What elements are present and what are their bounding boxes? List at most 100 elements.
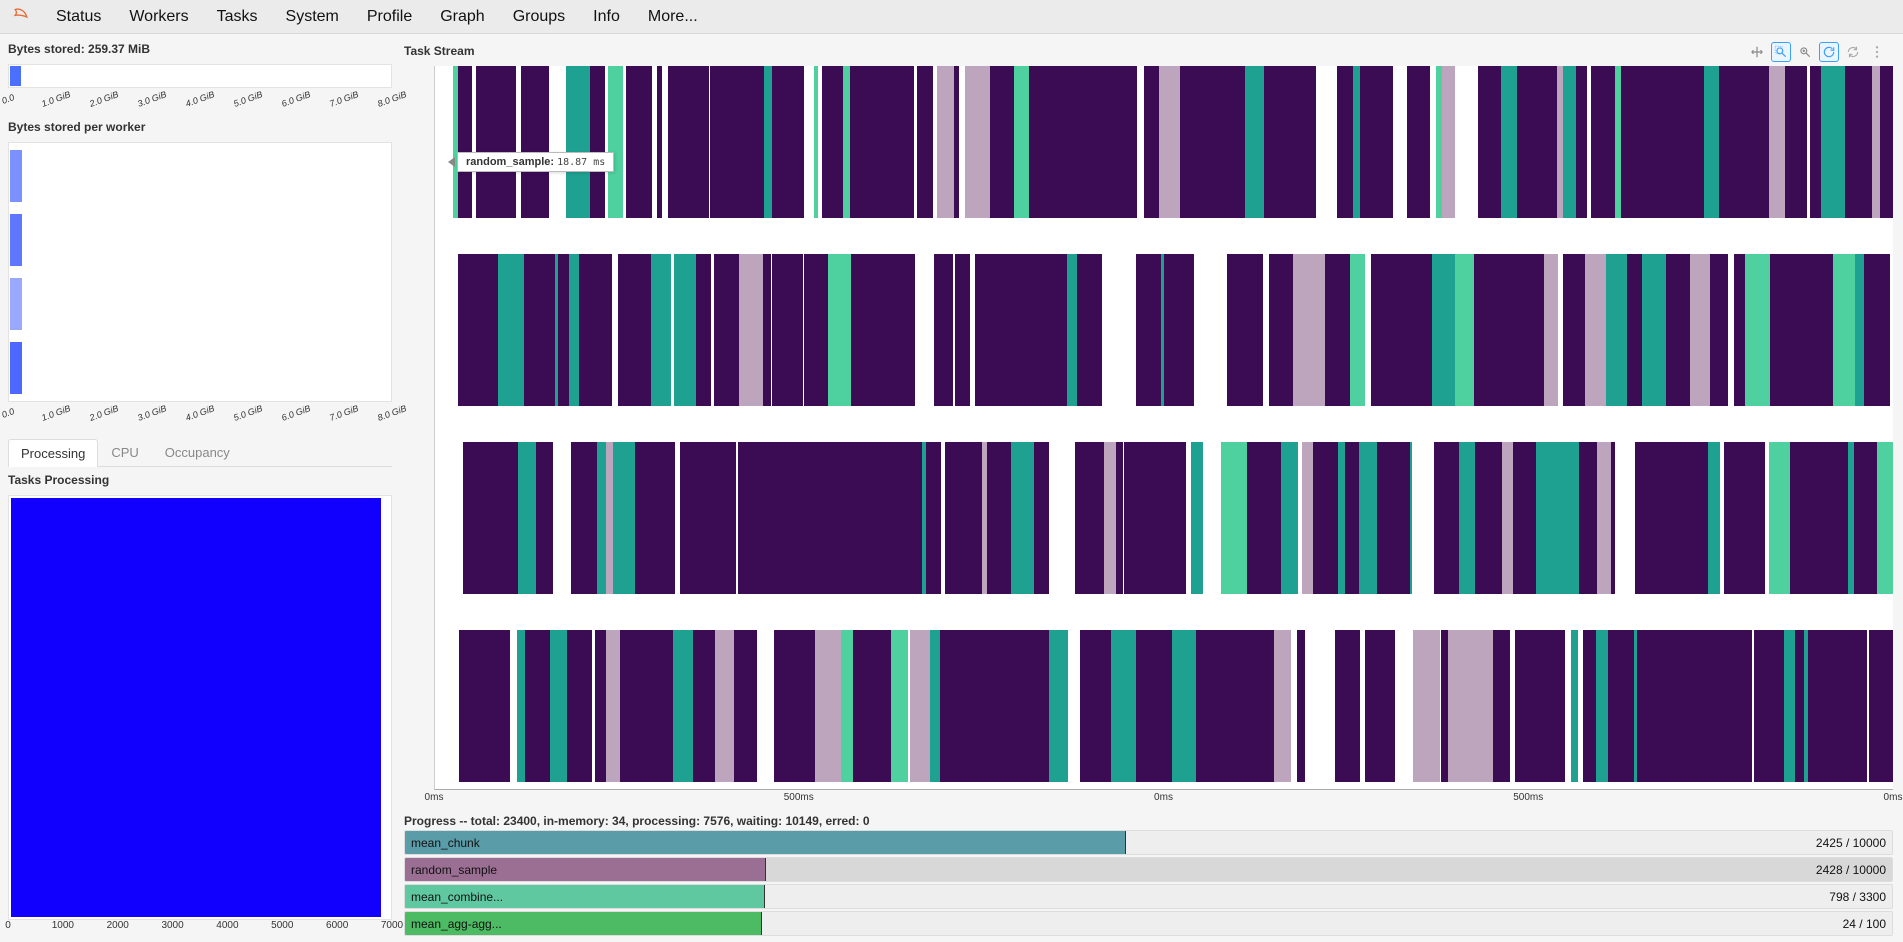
task-rect[interactable]: [629, 254, 651, 406]
task-rect[interactable]: [1475, 442, 1501, 594]
task-rect[interactable]: [1566, 254, 1585, 406]
task-rect[interactable]: [791, 254, 804, 406]
task-rect[interactable]: [955, 254, 965, 406]
task-rect[interactable]: [710, 66, 725, 218]
task-rect[interactable]: [1151, 66, 1159, 218]
task-rect[interactable]: [1034, 442, 1042, 594]
task-rect[interactable]: [993, 254, 1012, 406]
task-rect[interactable]: [972, 630, 987, 782]
task-rect[interactable]: [1269, 254, 1281, 406]
task-rect[interactable]: [1196, 630, 1211, 782]
task-rect[interactable]: [934, 254, 947, 406]
task-rect[interactable]: [1790, 442, 1801, 594]
task-rect[interactable]: [463, 442, 481, 594]
task-rect[interactable]: [517, 630, 525, 782]
task-rect[interactable]: [692, 66, 705, 218]
task-rect[interactable]: [958, 442, 972, 594]
task-rect[interactable]: [741, 442, 766, 594]
task-rect[interactable]: [739, 254, 763, 406]
task-rect[interactable]: [1548, 630, 1565, 782]
task-rect[interactable]: [1478, 66, 1500, 218]
task-rect[interactable]: [863, 254, 880, 406]
task-rect[interactable]: [1104, 442, 1116, 594]
task-rect[interactable]: [1221, 442, 1247, 594]
task-rect[interactable]: [1409, 254, 1422, 406]
task-rect[interactable]: [1666, 254, 1690, 406]
task-rect[interactable]: [1297, 630, 1305, 782]
task-rect[interactable]: [1808, 630, 1821, 782]
task-rect[interactable]: [648, 442, 675, 594]
progress-row[interactable]: random_sample2428 / 10000: [404, 857, 1893, 882]
task-rect[interactable]: [1821, 630, 1847, 782]
task-rect[interactable]: [707, 254, 711, 406]
task-rect[interactable]: [1044, 66, 1059, 218]
task-rect[interactable]: [1049, 630, 1068, 782]
task-rect[interactable]: [1880, 66, 1893, 218]
task-rect[interactable]: [1359, 442, 1377, 594]
task-rect[interactable]: [1077, 254, 1101, 406]
task-rect[interactable]: [1864, 254, 1891, 406]
task-rect[interactable]: [1452, 630, 1467, 782]
task-rect[interactable]: [1784, 630, 1795, 782]
task-rect[interactable]: [543, 630, 550, 782]
task-rect[interactable]: [814, 66, 818, 218]
task-rect[interactable]: [524, 254, 549, 406]
task-rect[interactable]: [1143, 442, 1167, 594]
task-rect[interactable]: [1690, 254, 1710, 406]
nav-groups[interactable]: Groups: [499, 0, 579, 34]
task-rect[interactable]: [1407, 66, 1430, 218]
task-rect[interactable]: [590, 66, 605, 218]
task-rect[interactable]: [1596, 630, 1609, 782]
bytes-per-worker-plot[interactable]: [8, 142, 392, 402]
task-rect[interactable]: [1671, 630, 1697, 782]
task-rect[interactable]: [1085, 66, 1101, 218]
task-rect[interactable]: [606, 442, 613, 594]
task-rect[interactable]: [1410, 442, 1413, 594]
task-rect[interactable]: [1524, 442, 1536, 594]
task-rect[interactable]: [479, 254, 497, 406]
task-rect[interactable]: [620, 630, 640, 782]
task-rect[interactable]: [1111, 630, 1118, 782]
task-rect[interactable]: [1635, 66, 1650, 218]
task-rect[interactable]: [1159, 66, 1179, 218]
task-rect[interactable]: [972, 442, 982, 594]
task-rect[interactable]: [1724, 442, 1746, 594]
task-rect[interactable]: [1337, 66, 1353, 218]
task-rect[interactable]: [1422, 254, 1432, 406]
task-rect[interactable]: [538, 66, 550, 218]
task-rect[interactable]: [945, 442, 958, 594]
reset-tool-icon[interactable]: [1819, 42, 1839, 62]
task-rect[interactable]: [1360, 66, 1385, 218]
task-rect[interactable]: [1243, 254, 1263, 406]
task-rect[interactable]: [1651, 66, 1666, 218]
task-rect[interactable]: [1700, 630, 1712, 782]
nav-tasks[interactable]: Tasks: [203, 0, 272, 34]
task-rect[interactable]: [476, 66, 492, 218]
task-rect[interactable]: [1711, 630, 1737, 782]
task-rect[interactable]: [1203, 66, 1223, 218]
task-rect[interactable]: [1710, 254, 1728, 406]
task-rect[interactable]: [1571, 442, 1579, 594]
task-rect[interactable]: [1144, 66, 1151, 218]
nav-more[interactable]: More...: [634, 0, 712, 34]
task-rect[interactable]: [1119, 630, 1137, 782]
task-rect[interactable]: [673, 630, 693, 782]
task-rect[interactable]: [1254, 630, 1275, 782]
task-rect[interactable]: [1029, 66, 1044, 218]
tab-occupancy[interactable]: Occupancy: [152, 438, 243, 466]
task-rect[interactable]: [1116, 442, 1124, 594]
task-rect[interactable]: [1550, 442, 1571, 594]
bytes-stored-plot[interactable]: [8, 64, 392, 88]
task-rect[interactable]: [930, 630, 940, 782]
task-rect[interactable]: [903, 66, 914, 218]
task-rect[interactable]: [1124, 442, 1144, 594]
task-rect[interactable]: [1080, 630, 1102, 782]
task-rect[interactable]: [1281, 254, 1292, 406]
task-rect[interactable]: [1579, 442, 1597, 594]
progress-row[interactable]: mean_agg-agg...24 / 100: [404, 911, 1893, 936]
task-rect[interactable]: [589, 254, 602, 406]
task-rect[interactable]: [626, 66, 652, 218]
task-rect[interactable]: [660, 630, 673, 782]
task-rect[interactable]: [651, 254, 671, 406]
task-rect[interactable]: [776, 254, 791, 406]
